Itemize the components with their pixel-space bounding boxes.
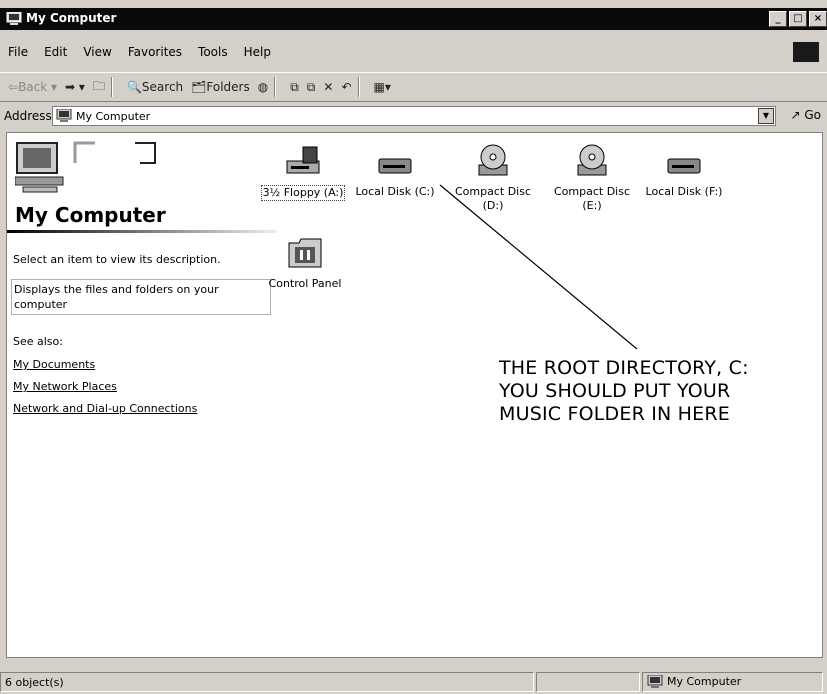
menu-favorites[interactable]: Favorites bbox=[128, 45, 182, 59]
status-bar: 6 object(s) My Computer bbox=[0, 672, 827, 694]
address-bar: Address My Computer ▼ ↗ Go bbox=[0, 104, 827, 128]
move-to-button[interactable]: ⧉ bbox=[290, 80, 299, 95]
minimize-button[interactable]: _ bbox=[769, 11, 787, 27]
title-bar[interactable]: My Computer _ □ × bbox=[0, 8, 827, 30]
folders-icon: 🗂 bbox=[191, 80, 207, 94]
delete-icon: ✕ bbox=[323, 80, 334, 94]
status-zone: My Computer bbox=[642, 672, 823, 692]
address-value: My Computer bbox=[76, 109, 151, 123]
toolbar-divider bbox=[274, 77, 277, 97]
status-object-count: 6 object(s) bbox=[0, 672, 534, 692]
my-computer-icon bbox=[647, 675, 663, 688]
window-title: My Computer bbox=[26, 11, 117, 25]
annotation-line-1: THE ROOT DIRECTORY, C: bbox=[499, 357, 749, 379]
back-button[interactable]: ⇦ Back ▾ bbox=[8, 80, 57, 94]
menu-file[interactable]: File bbox=[8, 45, 28, 59]
undo-button[interactable]: ↶ bbox=[341, 80, 351, 94]
standard-toolbar: ⇦ Back ▾ ➡ ▾ 🗀 🔍 Search 🗂 Folders ◍ ⧉ ⧉ … bbox=[0, 72, 827, 102]
status-empty-panel bbox=[536, 672, 640, 692]
search-button[interactable]: 🔍 Search bbox=[127, 80, 183, 94]
copy-to-icon: ⧉ bbox=[306, 79, 316, 94]
back-label: Back bbox=[18, 80, 48, 94]
history-button[interactable]: ◍ bbox=[258, 80, 268, 94]
annotation-line-2: YOU SHOULD PUT YOUR bbox=[499, 380, 731, 402]
go-label: Go bbox=[804, 108, 821, 122]
folders-button[interactable]: 🗂 Folders bbox=[191, 80, 250, 94]
move-to-icon: ⧉ bbox=[290, 79, 299, 94]
windows-logo-icon bbox=[793, 42, 819, 62]
search-icon: 🔍 bbox=[126, 80, 142, 94]
views-icon: ▦▾ bbox=[373, 80, 391, 94]
maximize-button[interactable]: □ bbox=[789, 11, 807, 27]
back-arrow-icon: ⇦ bbox=[8, 80, 19, 94]
address-field[interactable]: My Computer ▼ bbox=[52, 106, 776, 126]
views-button[interactable]: ▦▾ bbox=[374, 80, 391, 94]
copy-to-button[interactable]: ⧉ bbox=[307, 80, 316, 95]
my-computer-icon bbox=[6, 12, 22, 25]
address-label: Address bbox=[4, 109, 52, 123]
status-zone-label: My Computer bbox=[667, 675, 742, 688]
menu-bar: File Edit View Favorites Tools Help bbox=[0, 40, 827, 64]
go-arrow-icon: ↗ bbox=[790, 108, 801, 122]
my-computer-icon bbox=[56, 109, 72, 122]
menu-help[interactable]: Help bbox=[244, 45, 271, 59]
folder-view: My Computer Select an item to view its d… bbox=[6, 132, 823, 658]
menu-tools[interactable]: Tools bbox=[198, 45, 228, 59]
folders-label: Folders bbox=[206, 80, 250, 94]
menu-view[interactable]: View bbox=[83, 45, 111, 59]
toolbar-divider bbox=[357, 77, 360, 97]
go-button[interactable]: ↗ Go bbox=[790, 108, 821, 122]
up-folder-button[interactable]: 🗀 bbox=[93, 77, 105, 98]
address-dropdown-icon[interactable]: ▼ bbox=[758, 108, 774, 124]
toolbar-divider bbox=[110, 77, 113, 97]
dropdown-icon: ▾ bbox=[47, 80, 58, 94]
forward-button[interactable]: ➡ ▾ bbox=[65, 80, 85, 94]
undo-icon: ↶ bbox=[341, 80, 352, 94]
delete-button[interactable]: ✕ bbox=[323, 80, 333, 94]
search-label: Search bbox=[141, 80, 184, 94]
close-button[interactable]: × bbox=[809, 11, 827, 27]
forward-arrow-icon: ➡ ▾ bbox=[65, 80, 85, 94]
menu-edit[interactable]: Edit bbox=[44, 45, 67, 59]
annotation-line-3: MUSIC FOLDER IN HERE bbox=[499, 403, 730, 425]
explorer-window: My Computer _ □ × File Edit View Favorit… bbox=[0, 0, 827, 694]
up-folder-icon: 🗀 bbox=[92, 78, 105, 93]
annotation-text: THE ROOT DIRECTORY, C: YOU SHOULD PUT YO… bbox=[499, 357, 749, 426]
history-icon: ◍ bbox=[257, 80, 269, 94]
